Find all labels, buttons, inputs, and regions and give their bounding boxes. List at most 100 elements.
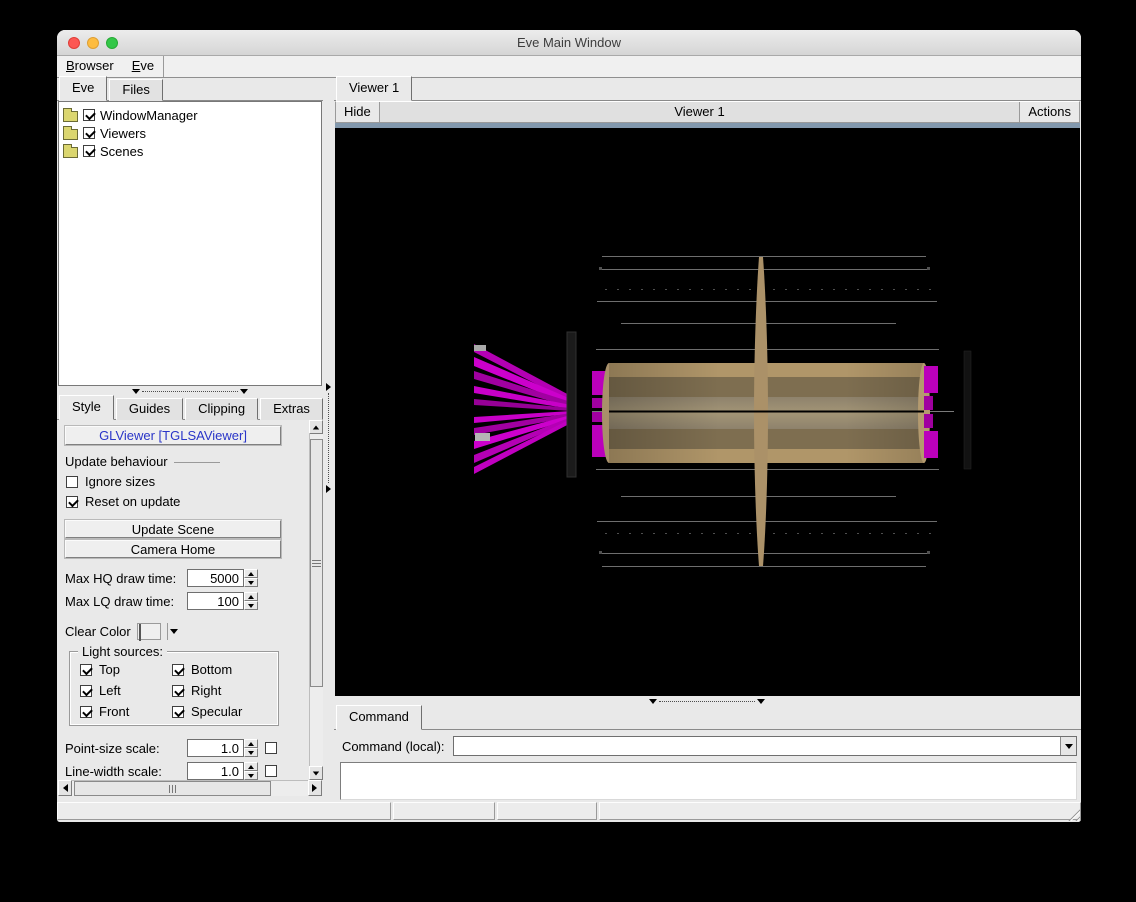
editor-horizontal-scrollbar[interactable] — [58, 780, 322, 796]
traffic-lights — [68, 37, 118, 49]
detector-render — [473, 256, 972, 567]
clear-color-row: Clear Color — [65, 623, 305, 641]
left-panel: Eve Files WindowManager Viewers Scenes S… — [57, 76, 323, 800]
minimize-window-icon[interactable] — [87, 37, 99, 49]
light-bottom[interactable]: Bottom — [172, 662, 272, 677]
spin-up-icon[interactable] — [244, 569, 258, 578]
line-width-input[interactable] — [187, 762, 244, 780]
zoom-window-icon[interactable] — [106, 37, 118, 49]
tree-item-viewers[interactable]: Viewers — [63, 124, 321, 142]
window-titlebar[interactable]: Eve Main Window — [57, 30, 1081, 56]
clear-color-dropdown[interactable] — [166, 623, 181, 640]
color-black — [138, 624, 141, 641]
glviewer-class-button[interactable]: GLViewer [TGLSAViewer] — [64, 425, 282, 446]
light-top-checkbox[interactable] — [80, 663, 92, 676]
scroll-down-icon[interactable] — [308, 766, 323, 780]
splitter-arrow-icon — [325, 383, 331, 391]
viewer-panel: Viewer 1 Hide Viewer 1 Actions Command C… — [333, 76, 1081, 800]
light-right[interactable]: Right — [172, 683, 272, 698]
light-front[interactable]: Front — [80, 704, 172, 719]
style-editor: GLViewer [TGLSAViewer] Update behaviour … — [57, 420, 323, 780]
spin-down-icon[interactable] — [244, 748, 258, 757]
status-segment — [599, 802, 1081, 820]
close-window-icon[interactable] — [68, 37, 80, 49]
line-width-checkbox[interactable] — [265, 765, 277, 777]
tree-item-windowmanager[interactable]: WindowManager — [63, 106, 321, 124]
scrollbar-track[interactable] — [308, 434, 323, 766]
scroll-left-icon[interactable] — [58, 780, 72, 796]
viewer-tabbar: Viewer 1 — [333, 76, 1081, 101]
command-input[interactable] — [453, 737, 1060, 755]
tab-eve[interactable]: Eve — [59, 76, 108, 101]
tab-files[interactable]: Files — [109, 79, 163, 101]
tab-guides[interactable]: Guides — [115, 398, 184, 420]
command-output[interactable] — [339, 762, 1077, 800]
splitter-arrow-icon — [131, 389, 140, 394]
scrollbar-track[interactable] — [72, 780, 308, 796]
spin-down-icon[interactable] — [244, 771, 258, 780]
spin-down-icon[interactable] — [244, 601, 258, 610]
camera-home-button[interactable]: Camera Home — [64, 539, 282, 559]
point-size-input[interactable] — [187, 739, 244, 757]
tab-command[interactable]: Command — [335, 705, 422, 730]
gl-viewport[interactable] — [334, 128, 1080, 696]
chevron-down-icon — [170, 629, 179, 634]
max-hq-row: Max HQ draw time: — [65, 569, 305, 587]
actions-button[interactable]: Actions — [1019, 102, 1079, 122]
splitter-arrow-icon — [757, 699, 766, 704]
reset-on-update-row[interactable]: Reset on update — [65, 494, 305, 509]
spin-up-icon[interactable] — [244, 739, 258, 748]
splitter-arrow-icon — [649, 699, 658, 704]
panel-vertical-splitter[interactable] — [323, 78, 334, 800]
tab-style[interactable]: Style — [59, 395, 114, 420]
editor-vertical-scrollbar[interactable] — [308, 420, 323, 780]
scene-tree[interactable]: WindowManager Viewers Scenes — [58, 101, 322, 386]
tab-viewer-1[interactable]: Viewer 1 — [335, 76, 413, 101]
light-specular-checkbox[interactable] — [172, 705, 184, 718]
menu-eve[interactable]: Eve — [123, 56, 165, 77]
scroll-up-icon[interactable] — [308, 420, 323, 434]
splitter-arrow-icon — [325, 485, 331, 493]
hide-button[interactable]: Hide — [335, 102, 380, 122]
max-lq-input[interactable] — [187, 592, 244, 610]
menu-browser[interactable]: Browser — [57, 56, 123, 77]
desktop-background: Eve Main Window Browser Eve Eve Files Wi… — [0, 0, 1136, 902]
scrollbar-thumb[interactable] — [309, 439, 323, 687]
command-panel: Command (local): — [334, 730, 1081, 800]
status-segment — [497, 802, 597, 820]
light-left-checkbox[interactable] — [80, 684, 92, 697]
browser-tabbar: Eve Files — [57, 76, 323, 101]
light-bottom-checkbox[interactable] — [172, 663, 184, 676]
command-tabbar: Command — [333, 705, 1081, 730]
command-combobox[interactable] — [452, 736, 1077, 756]
menu-bar: Browser Eve — [57, 56, 1081, 78]
point-size-checkbox[interactable] — [265, 742, 277, 754]
combo-dropdown-button[interactable] — [1060, 737, 1076, 755]
viewer-command-splitter[interactable] — [334, 696, 1081, 707]
ignore-sizes-checkbox[interactable] — [66, 475, 78, 488]
max-hq-input[interactable] — [187, 569, 244, 587]
light-front-checkbox[interactable] — [80, 705, 92, 718]
scrollbar-thumb[interactable] — [74, 781, 271, 796]
light-right-checkbox[interactable] — [172, 684, 184, 697]
checkbox-scenes[interactable] — [83, 145, 95, 157]
checkbox-windowmanager[interactable] — [83, 109, 95, 121]
light-top[interactable]: Top — [80, 662, 172, 677]
reset-on-update-checkbox[interactable] — [66, 495, 78, 508]
checkbox-viewers[interactable] — [83, 127, 95, 139]
tree-item-scenes[interactable]: Scenes — [63, 142, 321, 160]
spin-up-icon[interactable] — [244, 762, 258, 771]
scroll-right-icon[interactable] — [307, 780, 322, 796]
tab-extras[interactable]: Extras — [260, 398, 323, 420]
clear-color-swatch[interactable] — [136, 623, 161, 641]
spin-up-icon[interactable] — [244, 592, 258, 601]
tab-clipping[interactable]: Clipping — [185, 398, 259, 420]
light-specular[interactable]: Specular — [172, 704, 272, 719]
spin-down-icon[interactable] — [244, 578, 258, 587]
ignore-sizes-row[interactable]: Ignore sizes — [65, 474, 305, 489]
command-label: Command (local): — [341, 738, 445, 754]
light-left[interactable]: Left — [80, 683, 172, 698]
update-scene-button[interactable]: Update Scene — [64, 519, 282, 539]
folder-icon — [63, 143, 78, 158]
folder-icon — [63, 107, 78, 122]
